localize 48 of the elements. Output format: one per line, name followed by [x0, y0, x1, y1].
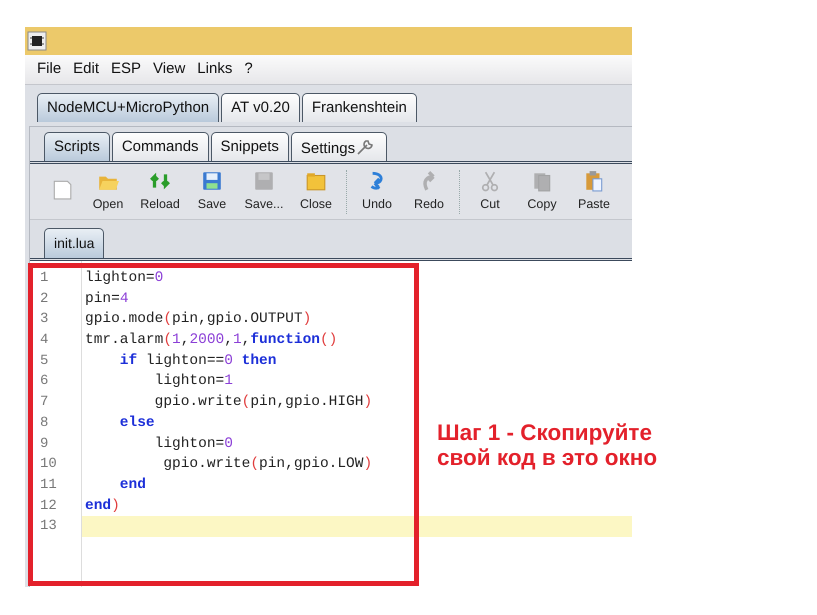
toolbar-button[interactable]: Close — [290, 170, 342, 214]
line-number: 2 — [39, 290, 50, 309]
code-line: lighton=0 — [84, 269, 164, 288]
code-line: end) — [84, 496, 120, 516]
app-icon — [27, 31, 47, 51]
line-number: 13 — [39, 517, 58, 536]
menu-item[interactable]: Edit — [67, 58, 106, 81]
line-number: 4 — [39, 331, 50, 350]
tab[interactable]: Frankenshtein — [302, 93, 417, 122]
annotation-text: Шаг 1 - Скопируйте свой код в это окно — [437, 420, 658, 470]
toolbar-button[interactable]: Save — [186, 170, 238, 214]
line-number: 1 — [39, 269, 50, 288]
code-line: if lighton==0 then — [118, 352, 276, 371]
toolbar-button[interactable]: Paste — [568, 170, 620, 214]
line-number: 9 — [39, 434, 50, 454]
line-number: 12 — [39, 496, 58, 516]
tab[interactable]: init.lua — [44, 228, 104, 258]
toolbar-button[interactable]: Undo — [351, 170, 403, 214]
toolbar-button[interactable]: Reload — [134, 170, 186, 214]
line-number: 8 — [39, 414, 50, 433]
tab[interactable]: AT v0.20 — [221, 93, 300, 122]
tab[interactable]: NodeMCU+MicroPython — [37, 93, 220, 122]
line-number: 3 — [39, 310, 50, 330]
code-line: tmr.alarm(1,2000,1,function() — [84, 331, 338, 350]
toolbar-button[interactable]: Open — [82, 170, 134, 214]
menu-item[interactable]: Links — [191, 58, 238, 81]
menu-item[interactable]: View — [147, 58, 192, 81]
code-line: end — [118, 476, 146, 495]
tab[interactable]: Scripts — [44, 132, 110, 161]
code-line: gpio.write(pin,gpio.HIGH) — [154, 393, 372, 412]
code-line: gpio.write(pin,gpio.LOW) — [162, 455, 372, 474]
line-number: 6 — [39, 372, 50, 392]
code-line: lighton=1 — [154, 372, 233, 392]
tab[interactable]: Settings — [290, 132, 388, 161]
menu-item[interactable]: ? — [238, 58, 259, 81]
code-line: else — [118, 414, 155, 433]
tab[interactable]: Commands — [112, 132, 209, 161]
code-line: pin=4 — [84, 290, 129, 309]
line-number: 5 — [39, 352, 50, 371]
line-number: 11 — [39, 476, 58, 495]
tab[interactable]: Snippets — [210, 132, 289, 161]
menu-item[interactable]: ESP — [105, 58, 148, 81]
line-number: 10 — [39, 455, 58, 474]
code-line: gpio.mode(pin,gpio.OUTPUT) — [84, 310, 312, 330]
new-file-icon[interactable] — [51, 178, 73, 200]
code-line: lighton=0 — [154, 434, 233, 454]
line-number: 7 — [39, 393, 50, 412]
menu-item[interactable]: File — [31, 58, 68, 81]
